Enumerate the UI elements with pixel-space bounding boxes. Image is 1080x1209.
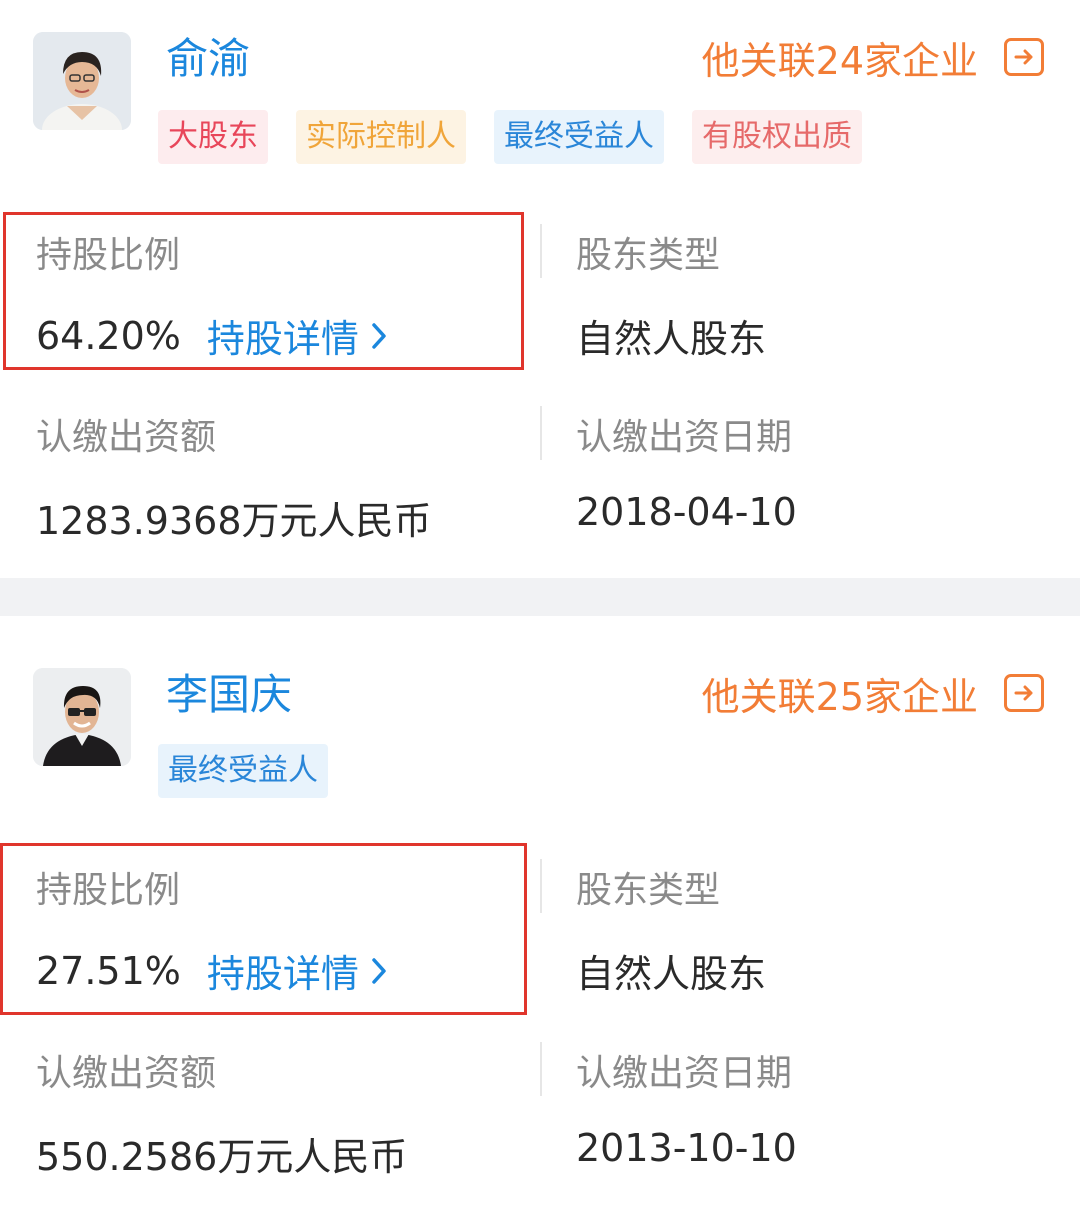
subscribed-date-value: 2018-04-10 [576, 490, 797, 534]
share-detail-label: 持股详情 [206, 317, 359, 361]
subscribed-capital-value: 550.2586万元人民币 [36, 1135, 408, 1179]
share-ratio-label: 持股比例 [36, 870, 181, 911]
column-divider [540, 859, 542, 913]
shareholder-name[interactable]: 俞渝 [166, 34, 250, 84]
share-ratio-row: 27.51% 持股详情 [36, 943, 387, 998]
holder-type-value: 自然人股东 [576, 317, 767, 361]
share-ratio-value: 64.20% [36, 313, 181, 358]
shareholder-name[interactable]: 李国庆 [166, 670, 292, 720]
holder-type-value: 自然人股东 [576, 952, 767, 996]
related-companies-label: 他关联24家企业 [701, 38, 978, 83]
chevron-right-icon [372, 957, 386, 984]
avatar[interactable] [33, 668, 131, 766]
person-photo-icon [33, 32, 131, 130]
share-detail-label: 持股详情 [206, 952, 359, 996]
tag-major-shareholder: 大股东 [158, 110, 268, 164]
holder-type-label: 股东类型 [576, 870, 721, 911]
holder-type-label: 股东类型 [576, 235, 721, 276]
subscribed-date-label: 认缴出资日期 [576, 1053, 793, 1094]
chevron-right-icon [372, 322, 386, 349]
tag-list: 最终受益人 [158, 744, 356, 798]
column-divider [540, 1042, 542, 1096]
subscribed-capital-label: 认缴出资额 [36, 417, 217, 458]
column-divider [540, 224, 542, 278]
tag-ultimate-beneficiary: 最终受益人 [494, 110, 664, 164]
share-ratio-value: 27.51% [36, 948, 181, 993]
subscribed-capital-label: 认缴出资额 [36, 1053, 217, 1094]
person-photo-icon [33, 668, 131, 766]
tag-ultimate-beneficiary: 最终受益人 [158, 744, 328, 798]
avatar[interactable] [33, 32, 131, 130]
related-companies-label: 他关联25家企业 [701, 674, 978, 719]
column-divider [540, 406, 542, 460]
subscribed-capital-value: 1283.9368万元人民币 [36, 499, 432, 543]
share-ratio-label: 持股比例 [36, 235, 181, 276]
shareholder-card: 俞渝 他关联24家企业 大股东 实际控制人 最终受益人 有股权出质 持股比例 股… [0, 0, 1080, 578]
shareholder-card: 李国庆 他关联25家企业 最终受益人 持股比例 股东类型 27.51% 持股详情… [0, 616, 1080, 1209]
tag-actual-controller: 实际控制人 [296, 110, 466, 164]
section-divider [0, 578, 1080, 616]
tag-list: 大股东 实际控制人 最终受益人 有股权出质 [158, 110, 890, 164]
tag-equity-pledge: 有股权出质 [692, 110, 862, 164]
share-detail-link[interactable]: 持股详情 [207, 308, 387, 363]
arrow-right-boxed-icon [1004, 674, 1044, 712]
share-ratio-row: 64.20% 持股详情 [36, 308, 387, 363]
share-detail-link[interactable]: 持股详情 [207, 943, 387, 998]
related-companies-link[interactable]: 他关联25家企业 [701, 668, 1044, 719]
subscribed-date-label: 认缴出资日期 [576, 417, 793, 458]
related-companies-link[interactable]: 他关联24家企业 [701, 32, 1044, 83]
subscribed-date-value: 2013-10-10 [576, 1126, 797, 1170]
arrow-right-boxed-icon [1004, 38, 1044, 76]
